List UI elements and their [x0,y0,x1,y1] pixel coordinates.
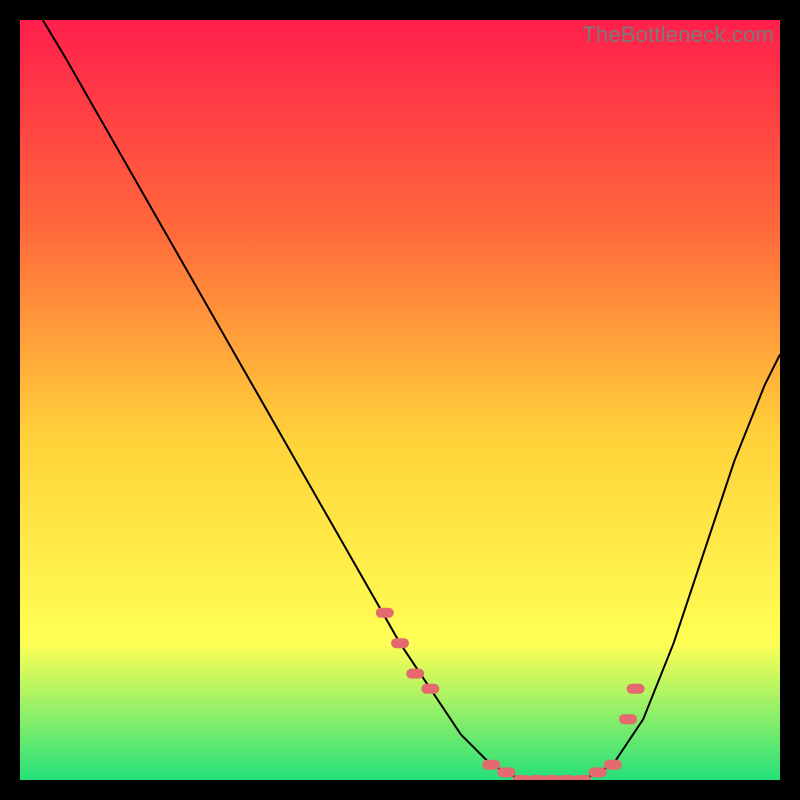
watermark-text: TheBottleneck.com [582,22,774,48]
marker-point [619,714,637,724]
marker-point [406,669,424,679]
marker-point [421,684,439,694]
marker-point [482,760,500,770]
marker-point [391,638,409,648]
marker-point [376,608,394,618]
marker-point [604,760,622,770]
marker-point [497,767,515,777]
marker-point [573,775,591,780]
marker-point [627,684,645,694]
chart-frame: TheBottleneck.com [20,20,780,780]
gradient-background [20,20,780,780]
marker-point [589,767,607,777]
bottleneck-chart [20,20,780,780]
